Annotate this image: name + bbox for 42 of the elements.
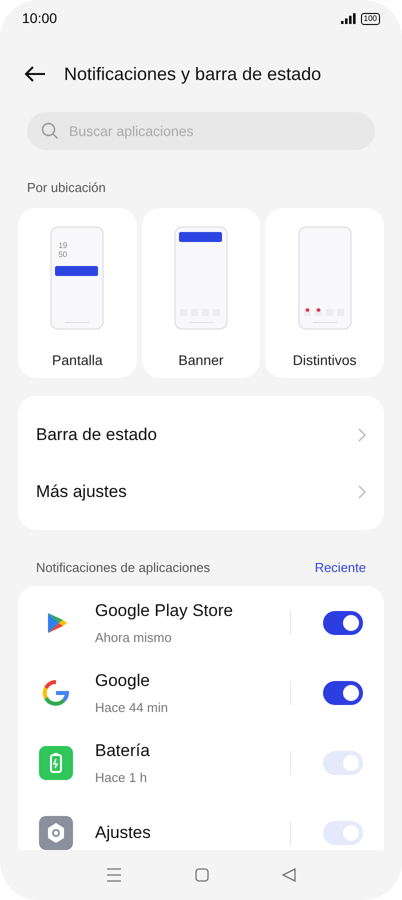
battery-indicator: 100 [360,12,380,24]
sort-link[interactable]: Reciente [314,558,366,578]
back-arrow-icon[interactable] [24,66,46,82]
chevron-right-icon [358,484,366,498]
app-name: Ajustes [95,822,152,844]
toggle-switch[interactable] [323,610,363,634]
app-row[interactable]: Google Play Store Ahora mismo [18,588,384,658]
clock-digits: 50 [58,250,68,259]
search-field[interactable]: Buscar aplicaciones [27,112,375,150]
menu-row[interactable]: Más ajustes [18,463,384,520]
option-label: Banner [178,351,224,370]
signal-icon [340,13,357,24]
placement-option[interactable]: Banner [142,208,260,378]
menu-icon[interactable] [106,868,122,882]
chevron-right-icon [358,428,366,442]
home-square-icon[interactable] [194,868,209,882]
placement-option[interactable]: 19 50 Pantalla [18,208,137,378]
toggle-switch[interactable] [323,680,363,704]
section-heading: Por ubicación [27,180,106,195]
app-time: Hace 1 h [95,768,148,786]
option-label: Pantalla [52,351,103,370]
status-time: 10:00 [22,9,58,28]
page-title: Notificaciones y barra de estado [64,62,322,86]
battery-icon [39,746,73,780]
banner-preview-icon [174,226,228,330]
search-icon [41,122,59,140]
app-time: Ahora mismo [95,628,173,646]
app-name: Batería [95,740,151,762]
app-row[interactable]: Google Hace 44 min [18,658,384,728]
app-name: Google Play Store [95,600,234,622]
section-heading: Notificaciones de aplicaciones [36,559,210,577]
option-label: Distintivos [292,351,357,370]
menu-label: Más ajustes [36,480,127,503]
app-name: Google [95,670,151,692]
clock-digits: 19 [58,241,68,250]
app-time: Hace 44 min [95,698,169,716]
menu-label: Barra de estado [36,424,157,446]
badges-preview-icon [298,226,352,330]
back-triangle-icon[interactable] [282,868,296,882]
lock-screen-preview-icon [50,226,104,330]
menu-row[interactable]: Barra de estado [18,406,384,463]
placement-option[interactable]: Distintivos [265,208,384,378]
